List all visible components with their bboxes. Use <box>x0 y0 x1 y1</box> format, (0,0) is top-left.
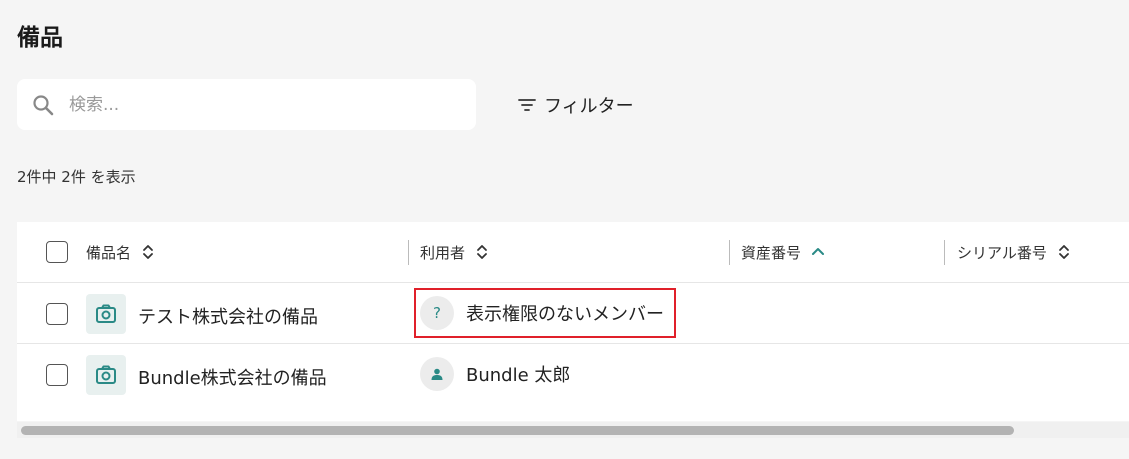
column-header-asset-number[interactable]: 資産番号 <box>741 240 827 264</box>
scrollbar-thumb[interactable] <box>21 426 1014 435</box>
horizontal-scrollbar[interactable] <box>17 422 1129 438</box>
search-input[interactable] <box>67 93 447 116</box>
person-icon <box>420 357 454 391</box>
column-header-serial-number[interactable]: シリアル番号 <box>957 240 1073 264</box>
filter-icon <box>518 99 536 111</box>
select-all-checkbox[interactable] <box>46 241 68 263</box>
row-checkbox[interactable] <box>46 303 68 325</box>
sort-ascending-icon <box>812 248 825 255</box>
search-icon <box>33 94 54 115</box>
sort-icon <box>143 245 153 259</box>
equipment-table: 備品名 利用者 資産番号 シリアル番号 テスト株式会社の備品 ? 表示権限のない… <box>17 222 1129 421</box>
search-box[interactable] <box>17 79 476 130</box>
item-thumbnail <box>86 294 126 334</box>
user-name: Bundle 太郎 <box>466 365 571 386</box>
sort-icon <box>477 245 487 259</box>
user-cell[interactable]: ? 表示権限のないメンバー <box>414 288 676 338</box>
person-icon <box>431 368 443 380</box>
table-row[interactable]: テスト株式会社の備品 ? 表示権限のないメンバー <box>17 284 1129 344</box>
column-divider[interactable] <box>729 240 730 265</box>
item-thumbnail <box>86 355 126 395</box>
user-cell[interactable]: Bundle 太郎 <box>414 349 580 399</box>
column-header-label: 備品名 <box>86 243 132 262</box>
item-name[interactable]: テスト株式会社の備品 <box>138 303 318 329</box>
camera-icon <box>96 365 116 384</box>
column-header-label: シリアル番号 <box>957 243 1047 262</box>
column-header-item-name[interactable]: 備品名 <box>86 240 157 264</box>
column-header-user[interactable]: 利用者 <box>420 240 491 264</box>
result-count: 2件中 2件 を表示 <box>17 168 136 186</box>
column-header-label: 利用者 <box>420 243 466 262</box>
table-header: 備品名 利用者 資産番号 シリアル番号 <box>17 222 1129 283</box>
table-row[interactable]: Bundle株式会社の備品 Bundle 太郎 <box>17 345 1129 405</box>
filter-button[interactable]: フィルター <box>516 89 634 121</box>
column-divider[interactable] <box>944 240 945 265</box>
unknown-user-icon: ? <box>420 296 454 330</box>
camera-icon <box>96 304 116 323</box>
item-name[interactable]: Bundle株式会社の備品 <box>138 364 327 390</box>
column-divider[interactable] <box>408 240 409 265</box>
sort-icon <box>1058 245 1069 259</box>
filter-label: フィルター <box>544 96 634 117</box>
page-title: 備品 <box>17 25 63 51</box>
row-checkbox[interactable] <box>46 364 68 386</box>
user-name: 表示権限のないメンバー <box>466 304 664 325</box>
column-header-label: 資産番号 <box>741 243 802 262</box>
